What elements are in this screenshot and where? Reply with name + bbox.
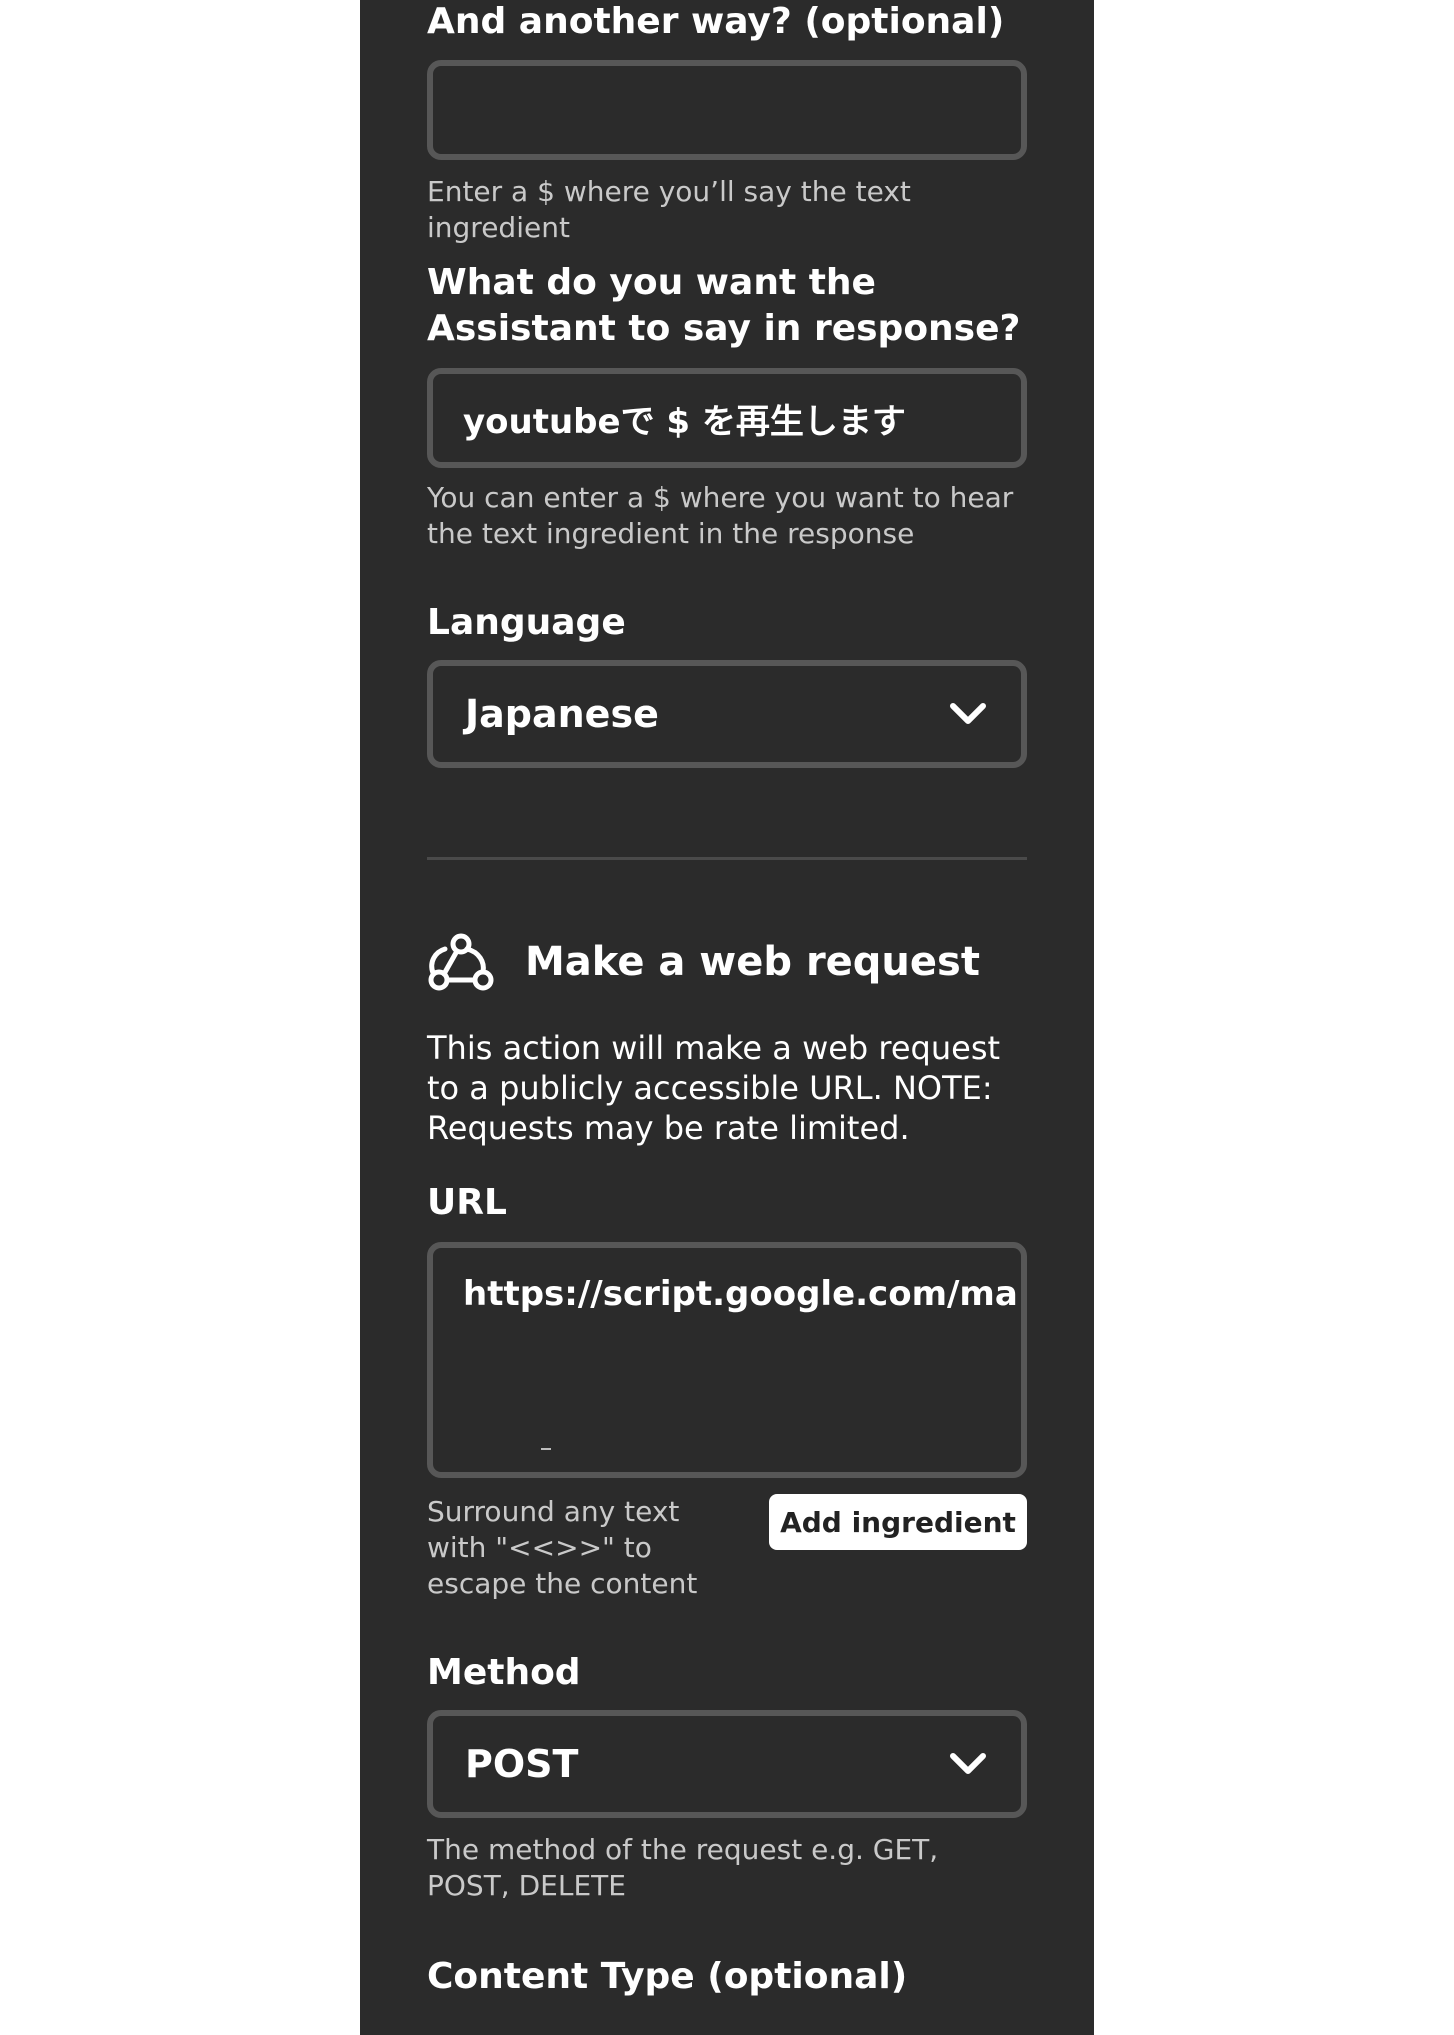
text-cursor-mark [541, 1448, 551, 1450]
url-helper: Surround any text with "<<>>" to escape … [427, 1495, 698, 1600]
language-selected-value: Japanese [465, 692, 659, 736]
web-request-description-wrap: This action will make a web request to a… [427, 1028, 1027, 1148]
response-input[interactable]: youtubeで $ を再生します [427, 368, 1027, 468]
method-group: Method [427, 1650, 1027, 1696]
section-divider [427, 857, 1027, 860]
web-request-title: Make a web request [525, 939, 980, 985]
method-helper-wrap: The method of the request e.g. GET, POST… [427, 1832, 1027, 1904]
response-helper: You can enter a $ where you want to hear… [427, 481, 1014, 550]
alt-phrase-label: And another way? (optional) [427, 1, 1005, 42]
add-ingredient-button[interactable]: Add ingredient [769, 1494, 1027, 1550]
url-value: https://script.google.com/ma [463, 1274, 1018, 1314]
url-label: URL [427, 1182, 507, 1223]
chevron-down-icon [950, 1753, 986, 1774]
response-group: What do you want the Assistant to say in… [427, 260, 1027, 352]
alt-phrase-group: And another way? (optional) [427, 0, 1027, 44]
language-label: Language [427, 602, 626, 643]
method-selected-value: POST [465, 1742, 579, 1786]
content-type-group: Content Type (optional) [427, 1954, 1027, 2000]
applet-config-panel: And another way? (optional) Enter a $ wh… [360, 0, 1094, 2035]
response-helper-wrap: You can enter a $ where you want to hear… [427, 480, 1027, 552]
language-select[interactable]: Japanese [427, 660, 1027, 768]
method-helper: The method of the request e.g. GET, POST… [427, 1833, 939, 1902]
url-group: URL [427, 1180, 1027, 1226]
language-group: Language [427, 600, 1027, 646]
url-textarea[interactable]: https://script.google.com/ma [427, 1242, 1027, 1478]
alt-phrase-helper: Enter a $ where you’ll say the text ingr… [427, 175, 911, 244]
method-select[interactable]: POST [427, 1710, 1027, 1818]
url-footer: Surround any text with "<<>>" to escape … [427, 1494, 1027, 1602]
web-request-description: This action will make a web request to a… [427, 1029, 1001, 1147]
alt-phrase-input[interactable] [427, 60, 1027, 160]
content-type-label: Content Type (optional) [427, 1956, 908, 1997]
response-label: What do you want the Assistant to say in… [427, 262, 1021, 349]
webhook-icon [428, 933, 494, 991]
alt-phrase-helper-wrap: Enter a $ where you’ll say the text ingr… [427, 174, 1027, 246]
method-label: Method [427, 1652, 581, 1693]
chevron-down-icon [950, 703, 986, 724]
web-request-header: Make a web request [427, 930, 1027, 994]
